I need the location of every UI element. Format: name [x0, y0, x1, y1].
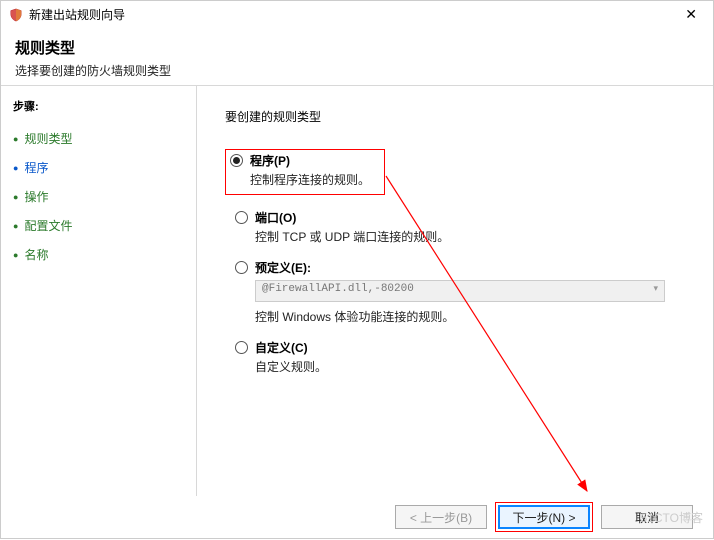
chevron-down-icon: ▾: [653, 284, 658, 294]
radio-icon: [235, 211, 248, 224]
wizard-window: 新建出站规则向导 ✕ 规则类型 选择要创建的防火墙规则类型 步骤: ● 规则类型 …: [0, 0, 714, 539]
question-label: 要创建的规则类型: [225, 108, 685, 125]
sidebar-item-action[interactable]: ● 操作: [13, 182, 184, 211]
option-desc: 控制 Windows 体验功能连接的规则。: [255, 306, 685, 325]
sidebar-item-label: 程序: [24, 159, 48, 176]
annotation-highlight-next: 下一步(N) >: [495, 502, 593, 532]
sidebar-item-program[interactable]: ● 程序: [13, 153, 184, 182]
footer: < 上一步(B) 下一步(N) > 取消: [1, 496, 713, 538]
window-title: 新建出站规则向导: [29, 6, 125, 23]
close-button[interactable]: ✕: [677, 6, 705, 23]
bullet-icon: ●: [13, 250, 18, 260]
combo-value: @FirewallAPI.dll,-80200: [262, 283, 414, 295]
next-button[interactable]: 下一步(N) >: [498, 505, 590, 529]
option-title: 自定义(C): [255, 339, 308, 356]
option-desc: 自定义规则。: [255, 356, 685, 375]
sidebar-item-label: 配置文件: [24, 217, 72, 234]
bullet-icon: ●: [13, 221, 18, 231]
sidebar-item-rule-type[interactable]: ● 规则类型: [13, 124, 184, 153]
annotation-highlight: 程序(P) 控制程序连接的规则。: [225, 149, 385, 195]
radio-icon: [235, 261, 248, 274]
option-title: 预定义(E):: [255, 259, 311, 276]
option-title: 端口(O): [255, 209, 296, 226]
sidebar-item-label: 名称: [24, 246, 48, 263]
radio-predefined[interactable]: 预定义(E):: [235, 259, 685, 276]
sidebar-item-name[interactable]: ● 名称: [13, 240, 184, 269]
radio-icon: [235, 341, 248, 354]
bullet-icon: ●: [13, 163, 18, 173]
header: 规则类型 选择要创建的防火墙规则类型: [1, 29, 713, 86]
bullet-icon: ●: [13, 192, 18, 202]
sidebar-item-label: 规则类型: [24, 130, 72, 147]
sidebar-item-profile[interactable]: ● 配置文件: [13, 211, 184, 240]
bullet-icon: ●: [13, 134, 18, 144]
page-subtitle: 选择要创建的防火墙规则类型: [15, 62, 699, 79]
predefined-combo: @FirewallAPI.dll,-80200 ▾: [255, 280, 665, 302]
cancel-button[interactable]: 取消: [601, 505, 693, 529]
sidebar-item-label: 操作: [24, 188, 48, 205]
sidebar: 步骤: ● 规则类型 ● 程序 ● 操作 ● 配置文件 ● 名称: [1, 86, 197, 501]
body: 步骤: ● 规则类型 ● 程序 ● 操作 ● 配置文件 ● 名称 要创建的规则类型 程序(…: [1, 86, 713, 501]
steps-label: 步骤:: [13, 98, 184, 114]
radio-port[interactable]: 端口(O): [235, 209, 685, 226]
option-desc: 控制程序连接的规则。: [250, 169, 378, 188]
back-button[interactable]: < 上一步(B): [395, 505, 487, 529]
option-desc: 控制 TCP 或 UDP 端口连接的规则。: [255, 226, 685, 245]
content: 要创建的规则类型 程序(P) 控制程序连接的规则。 端口(O) 控制 TCP 或…: [197, 86, 713, 501]
radio-custom[interactable]: 自定义(C): [235, 339, 685, 356]
page-title: 规则类型: [15, 37, 699, 58]
titlebar: 新建出站规则向导 ✕: [1, 1, 713, 29]
shield-icon: [9, 8, 23, 22]
radio-icon: [230, 154, 243, 167]
option-title: 程序(P): [250, 152, 290, 169]
radio-program[interactable]: 程序(P): [230, 152, 378, 169]
